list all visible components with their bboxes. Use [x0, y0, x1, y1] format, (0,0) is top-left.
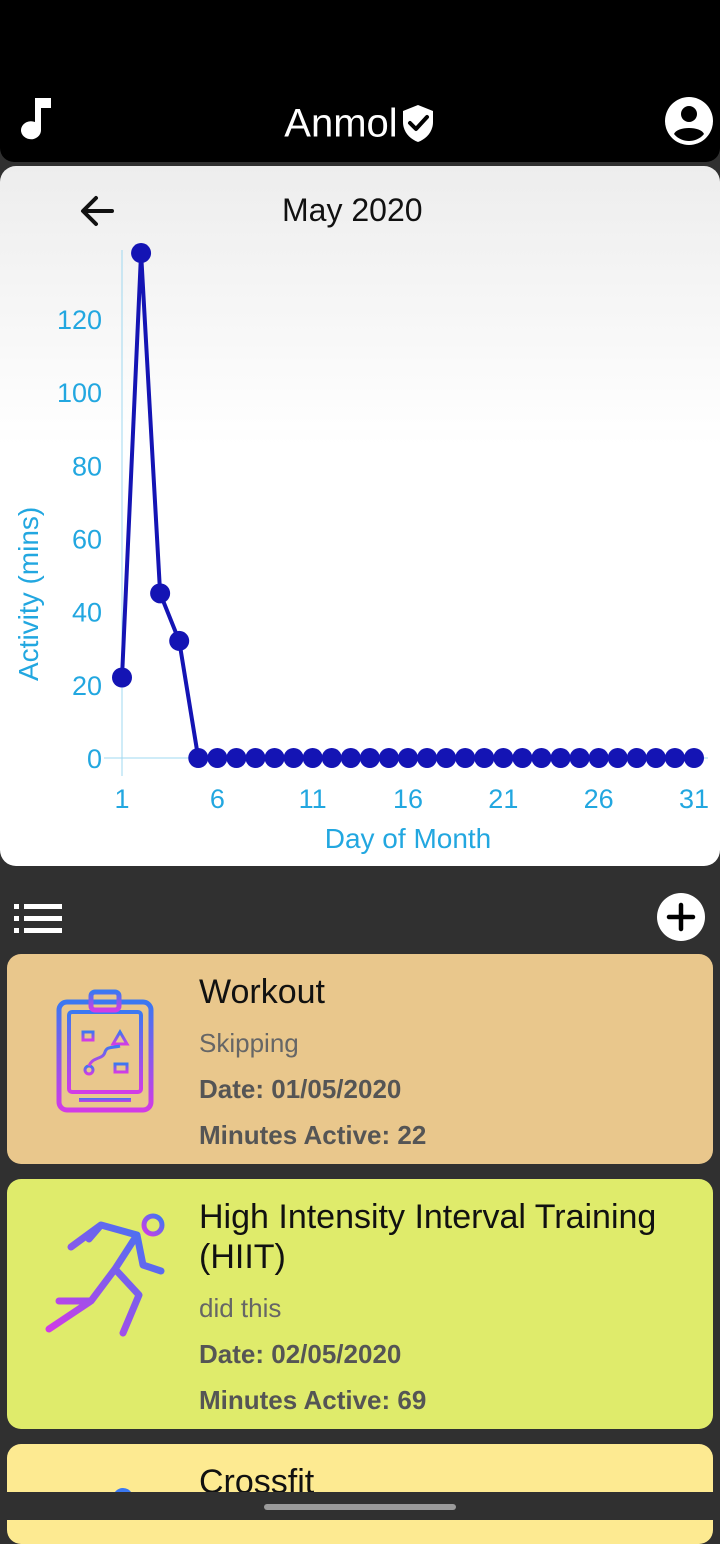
data-point[interactable]: [378, 748, 399, 768]
activity-minutes: Minutes Active: 69: [199, 1385, 427, 1415]
app-title: Anmol: [0, 98, 720, 146]
data-point[interactable]: [493, 748, 514, 768]
data-point[interactable]: [398, 748, 418, 768]
data-point[interactable]: [474, 748, 495, 768]
y-tick-label: 40: [72, 598, 102, 628]
data-point[interactable]: [684, 748, 704, 768]
data-point[interactable]: [340, 748, 361, 768]
activity-minutes: Minutes Active: 22: [199, 1120, 427, 1150]
list-icon[interactable]: [14, 904, 62, 934]
y-tick-label: 80: [72, 451, 102, 481]
activity-title-line-1: High Intensity Interval Training: [199, 1198, 657, 1236]
data-point[interactable]: [455, 748, 476, 768]
data-point[interactable]: [264, 748, 285, 768]
data-point[interactable]: [550, 748, 571, 768]
x-axis-label: Day of Month: [325, 823, 492, 854]
data-point[interactable]: [512, 748, 533, 768]
data-point[interactable]: [436, 748, 457, 768]
gesture-handle[interactable]: [264, 1504, 456, 1510]
data-point[interactable]: [131, 243, 152, 264]
data-point[interactable]: [569, 748, 590, 768]
activity-card-workout[interactable]: Workout Skipping Date: 01/05/2020 Minute…: [7, 954, 713, 1164]
activity-date: Date: 01/05/2020: [199, 1074, 402, 1104]
activity-description: did this: [199, 1293, 282, 1323]
activity-title: Workout: [199, 973, 325, 1011]
activity-date: Date: 02/05/2020: [199, 1339, 402, 1369]
add-circle-icon[interactable]: [656, 892, 706, 942]
data-point[interactable]: [588, 748, 609, 768]
data-point[interactable]: [359, 748, 380, 768]
data-point[interactable]: [245, 748, 266, 768]
data-point[interactable]: [321, 748, 342, 768]
app-title-text: Anmol: [284, 101, 398, 146]
data-point[interactable]: [188, 748, 209, 768]
y-tick-label: 100: [57, 378, 102, 408]
clipboard-plan-icon: [56, 989, 154, 1113]
x-tick-label: 1: [114, 784, 129, 814]
system-navigation-bar: [0, 1492, 720, 1520]
verified-shield-icon: [402, 105, 433, 143]
activity-description: Skipping: [199, 1028, 299, 1058]
x-tick-label: 16: [393, 784, 423, 814]
y-tick-label: 20: [72, 671, 102, 701]
data-point[interactable]: [112, 667, 132, 688]
activity-card-hiit[interactable]: High Intensity Interval Training (HIIT) …: [7, 1179, 713, 1429]
activity-line-chart: Activity (mins) Day of Month 0 20 40 60 80 10…: [13, 243, 709, 854]
data-point[interactable]: [150, 583, 171, 604]
activity-list-header: [0, 866, 720, 954]
x-tick-label: 21: [488, 784, 518, 814]
y-tick-label: 0: [87, 744, 102, 774]
running-person-icon: [45, 1213, 165, 1337]
data-point[interactable]: [417, 748, 438, 768]
data-point[interactable]: [283, 748, 304, 768]
y-tick-label: 120: [57, 305, 102, 335]
activity-series-line: [120, 251, 694, 760]
x-tick-label: 31: [679, 784, 709, 814]
account-circle-icon[interactable]: [664, 96, 714, 146]
data-point[interactable]: [607, 748, 628, 768]
data-point[interactable]: [531, 748, 552, 768]
data-point[interactable]: [664, 748, 685, 768]
data-point[interactable]: [226, 748, 247, 768]
status-bar: [0, 0, 720, 80]
app-bar: Anmol: [0, 80, 720, 162]
data-point[interactable]: [207, 748, 228, 768]
activity-title-line-2: (HIIT): [199, 1238, 286, 1276]
data-point[interactable]: [626, 748, 647, 768]
x-tick-label: 26: [584, 784, 614, 814]
y-tick-label: 60: [72, 524, 102, 554]
x-tick-label: 6: [210, 784, 225, 814]
y-axis-label: Activity (mins): [13, 507, 44, 681]
x-tick-label: 11: [299, 784, 327, 814]
data-point[interactable]: [302, 748, 323, 768]
data-point[interactable]: [169, 630, 190, 651]
activity-chart-card: May 2020 Activity (mins) Day of Month 02…: [0, 166, 720, 866]
data-point[interactable]: [645, 748, 666, 768]
